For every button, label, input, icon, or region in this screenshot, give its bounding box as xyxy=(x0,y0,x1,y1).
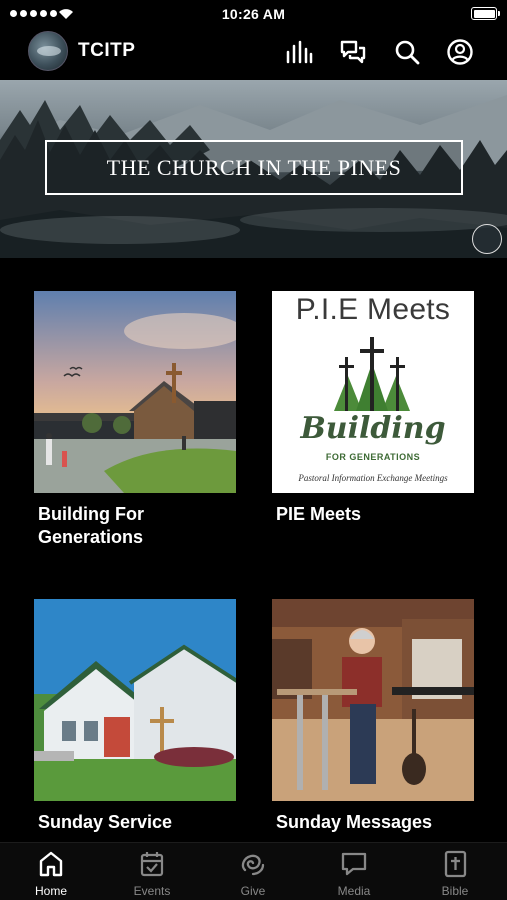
banner-title-frame: THE CHURCH IN THE PINES xyxy=(45,140,463,195)
card-title: Sunday Messages xyxy=(276,812,433,832)
tab-label: Media xyxy=(337,884,371,898)
home-icon xyxy=(11,849,91,879)
pie-meets-graphic: P.I.E Meets Building FOR GENERATIONS Pas… xyxy=(272,291,474,493)
church-seal-icon xyxy=(472,224,502,254)
app-title: TCITP xyxy=(78,40,136,61)
calendar-icon xyxy=(112,849,192,879)
tab-events[interactable]: Events xyxy=(112,849,192,898)
search-icon[interactable] xyxy=(393,38,421,66)
chat-icon[interactable] xyxy=(339,38,367,66)
app-header: TCITP xyxy=(0,28,507,78)
tab-label: Home xyxy=(34,884,67,898)
tab-label: Bible xyxy=(441,884,469,898)
preacher-photo xyxy=(272,599,474,801)
pie-logo-tagline: FOR GENERATIONS xyxy=(325,452,421,462)
church-building-image xyxy=(34,599,236,801)
tab-label: Give xyxy=(240,884,266,898)
battery-icon xyxy=(471,7,500,20)
give-icon xyxy=(213,849,293,879)
tab-media[interactable]: Media xyxy=(314,849,394,898)
account-icon[interactable] xyxy=(446,38,474,66)
stats-icon[interactable] xyxy=(285,38,313,66)
building-rendering-image xyxy=(34,291,236,493)
bible-icon xyxy=(415,849,495,879)
status-bar: 10:26 AM xyxy=(0,0,507,28)
card-sunday-messages[interactable]: Sunday Messages xyxy=(272,599,474,834)
status-time: 10:26 AM xyxy=(221,6,286,22)
hero-banner[interactable]: THE CHURCH IN THE PINES xyxy=(0,80,507,258)
card-pie-meets[interactable]: P.I.E Meets Building FOR GENERATIONS Pas… xyxy=(272,291,474,526)
card-title: PIE Meets xyxy=(276,504,362,524)
pie-logo-word: Building xyxy=(300,411,446,446)
banner-title: THE CHURCH IN THE PINES xyxy=(106,154,402,180)
card-sunday-service[interactable]: Sunday Service xyxy=(34,599,236,834)
pie-subtitle: Pastoral Information Exchange Meetings xyxy=(298,473,448,483)
tab-home[interactable]: Home xyxy=(11,849,91,898)
media-icon xyxy=(314,849,394,879)
card-title: Building For Generations xyxy=(38,504,144,547)
church-logo[interactable] xyxy=(28,31,68,71)
bottom-tab-bar: Home Events Give Media Bible xyxy=(0,842,507,900)
tab-label: Events xyxy=(133,884,171,898)
card-title: Sunday Service xyxy=(38,812,173,832)
tab-give[interactable]: Give xyxy=(213,849,293,898)
card-building-for-generations[interactable]: Building For Generations xyxy=(34,291,236,549)
tab-bible[interactable]: Bible xyxy=(415,849,495,898)
crosses-trees-logo xyxy=(334,337,410,411)
